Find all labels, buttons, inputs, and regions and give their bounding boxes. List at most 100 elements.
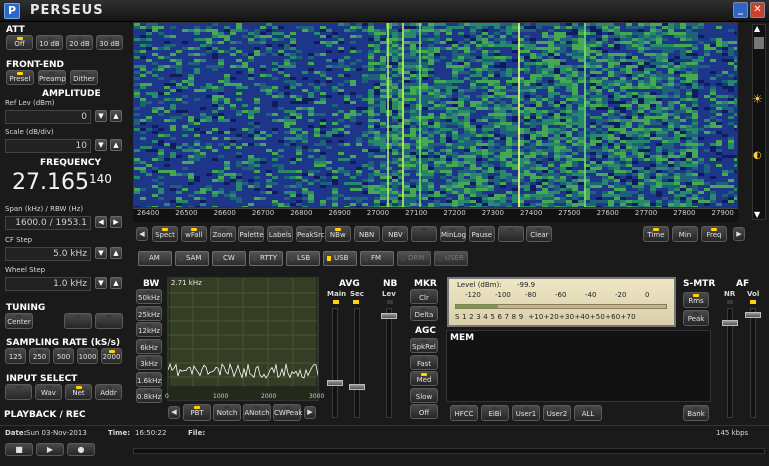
avg-main-slider[interactable]	[332, 308, 338, 418]
span-down[interactable]: ◀	[95, 216, 107, 228]
toolbar-left-arrow[interactable]: ◀	[136, 227, 148, 241]
mem-button-2[interactable]: User1	[512, 405, 540, 421]
minimize-button[interactable]: _	[733, 2, 748, 18]
mode-button-drm[interactable]: DRM	[397, 251, 431, 266]
toolbar-button-13[interactable]: Clear	[526, 226, 553, 242]
agc-button-3[interactable]: Slow	[410, 387, 438, 403]
memory-panel[interactable]	[446, 330, 711, 402]
input-button-2[interactable]: Net	[65, 384, 92, 400]
toolbar-button-2[interactable]: Zoom	[209, 226, 236, 242]
mem-button-0[interactable]: HFCC	[450, 405, 478, 421]
dsp-button-1[interactable]: Notch	[213, 404, 241, 421]
bw-button-3[interactable]: 6kHz	[136, 338, 162, 354]
mem-button-4[interactable]: ALL	[574, 405, 602, 421]
scale-field[interactable]: 10	[5, 139, 91, 153]
mode-button-rtty[interactable]: RTTY	[249, 251, 283, 266]
frontend-button-2[interactable]: Dither	[70, 70, 98, 85]
pbt-right-arrow[interactable]: ▶	[304, 406, 316, 419]
smtr-peak-button[interactable]: Peak	[683, 310, 709, 326]
sample-rate-button-1[interactable]: 250	[29, 348, 50, 364]
cf-step-up[interactable]: ▲	[110, 247, 122, 259]
toolbar-button-10[interactable]: MinLog	[440, 226, 466, 242]
mem-button-3[interactable]: User2	[543, 405, 571, 421]
span-field[interactable]: 1600.0 / 1953.1	[5, 216, 91, 230]
mode-button-sam[interactable]: SAM	[175, 251, 209, 266]
mode-button-user[interactable]: USER	[434, 251, 468, 266]
dsp-button-2[interactable]: ANotch	[243, 404, 271, 421]
smtr-rms-button[interactable]: Rms	[683, 292, 709, 308]
toolbar-button-11[interactable]: Pause	[468, 226, 495, 242]
marker-delta-button[interactable]: Delta	[410, 306, 438, 321]
scroll-up-icon[interactable]: ▲	[754, 24, 760, 33]
cf-step-down[interactable]: ▼	[95, 247, 107, 259]
bw-button-6[interactable]: 0.8kHz	[136, 388, 162, 403]
scale-up[interactable]: ▲	[110, 139, 122, 151]
nr-knob[interactable]	[722, 320, 738, 326]
bw-button-4[interactable]: 3kHz	[136, 355, 162, 370]
passband-display[interactable]: 2.71 kHz	[167, 277, 319, 401]
bw-button-2[interactable]: 12kHz	[136, 322, 162, 337]
ref-level-down[interactable]: ▼	[95, 110, 107, 122]
avg-sec-knob[interactable]	[349, 384, 365, 390]
toolbar-button-12[interactable]	[497, 226, 524, 242]
avg-main-knob[interactable]	[327, 380, 343, 386]
mode-button-usb[interactable]: USB	[323, 251, 357, 266]
toolbar-button-6[interactable]: NBw	[324, 226, 351, 242]
vol-slider[interactable]	[750, 308, 756, 418]
mode-button-lsb[interactable]: LSB	[286, 251, 320, 266]
tuning-button-3[interactable]	[95, 313, 123, 329]
toolbar-button-5[interactable]: PeakSrc	[296, 226, 325, 242]
frontend-button-1[interactable]: Preamp	[38, 70, 66, 85]
close-button[interactable]: ✕	[750, 2, 765, 18]
toolbar-button-9[interactable]	[411, 226, 438, 242]
mode-button-fm[interactable]: FM	[360, 251, 394, 266]
stop-button[interactable]: ■	[5, 443, 33, 456]
sample-rate-button-2[interactable]: 500	[53, 348, 74, 364]
bw-button-0[interactable]: 50kHz	[136, 289, 162, 304]
toolbar-right-button-0[interactable]: Time	[643, 226, 669, 242]
toolbar-right-button-1[interactable]: Min	[672, 226, 698, 242]
tuning-button-2[interactable]	[64, 313, 92, 329]
wheel-step-up[interactable]: ▲	[110, 277, 122, 289]
scale-down[interactable]: ▼	[95, 139, 107, 151]
wheel-step-down[interactable]: ▼	[95, 277, 107, 289]
wheel-step-field[interactable]: 1.0 kHz	[5, 277, 91, 291]
nb-knob[interactable]	[381, 313, 397, 319]
vol-knob[interactable]	[745, 312, 761, 318]
input-button-3[interactable]: Addr	[95, 384, 122, 400]
frontend-button-0[interactable]: Presel	[6, 70, 34, 85]
ref-level-up[interactable]: ▲	[110, 110, 122, 122]
bw-button-5[interactable]: 1.6kHz	[136, 371, 162, 387]
mode-button-cw[interactable]: CW	[212, 251, 246, 266]
span-up[interactable]: ▶	[110, 216, 122, 228]
sample-rate-button-0[interactable]: 125	[5, 348, 26, 364]
att-button-1[interactable]: 10 dB	[36, 35, 63, 50]
avg-sec-slider[interactable]	[354, 308, 360, 418]
toolbar-button-4[interactable]: Labels	[267, 226, 294, 242]
brightness-slider-knob[interactable]	[754, 37, 764, 49]
mode-button-am[interactable]: AM	[138, 251, 172, 266]
waterfall-display[interactable]	[133, 22, 738, 208]
scroll-down-icon[interactable]: ▼	[754, 210, 760, 219]
toolbar-button-0[interactable]: Spect	[152, 226, 178, 242]
agc-button-2[interactable]: Med	[410, 371, 438, 386]
mem-button-1[interactable]: EiBi	[481, 405, 509, 421]
cf-step-field[interactable]: 5.0 kHz	[5, 247, 91, 261]
att-button-0[interactable]: Off	[6, 35, 33, 50]
dsp-button-3[interactable]: CWPeak	[273, 404, 302, 421]
center-button[interactable]: Center	[5, 313, 33, 329]
att-button-2[interactable]: 20 dB	[66, 35, 93, 50]
toolbar-right-arrow[interactable]: ▶	[733, 227, 745, 241]
pbt-left-arrow[interactable]: ◀	[168, 406, 180, 419]
dsp-button-0[interactable]: PBT	[183, 404, 211, 421]
toolbar-button-8[interactable]: NBV	[382, 226, 409, 242]
ref-level-field[interactable]: 0	[5, 110, 91, 124]
frequency-display[interactable]: 27.165140	[12, 170, 124, 200]
input-button-0[interactable]	[5, 384, 32, 400]
play-button[interactable]: ▶	[36, 443, 64, 456]
bw-button-1[interactable]: 25kHz	[136, 305, 162, 321]
nb-slider[interactable]	[386, 308, 392, 418]
toolbar-button-1[interactable]: wFall	[180, 226, 207, 242]
toolbar-button-3[interactable]: Palette	[238, 226, 265, 242]
record-button[interactable]: ●	[67, 443, 95, 456]
